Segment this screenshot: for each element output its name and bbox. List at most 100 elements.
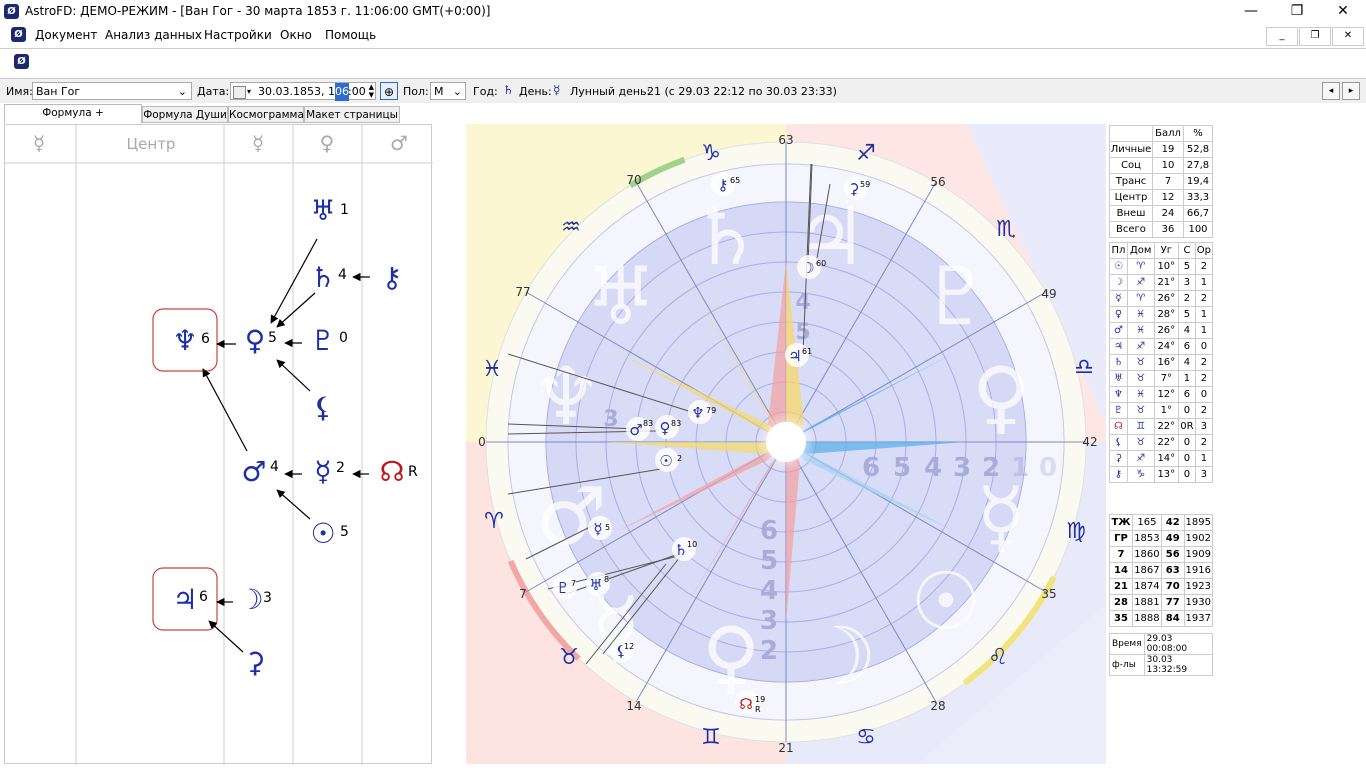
venus-icon: ♀ <box>245 324 266 357</box>
planets-row: ♇ ♉ 1° 0 2 <box>1109 402 1214 419</box>
date-field[interactable]: ▾ 30.03.1853, 11: 06 :00 ▲ ▼ <box>230 82 376 101</box>
column-dividers <box>5 125 433 765</box>
svg-text:♂: ♂ <box>629 421 642 439</box>
svg-text:59: 59 <box>860 180 870 189</box>
degree-28: 28 <box>930 699 945 713</box>
scores-row: Всего 36 100 <box>1109 221 1213 238</box>
svg-text:19: 19 <box>755 695 765 704</box>
background-uranus-glyph: ♅ <box>585 250 657 343</box>
menu-window[interactable]: Окно <box>280 28 312 42</box>
mars-value: 4 <box>270 459 279 475</box>
svg-text:⚳: ⚳ <box>849 180 860 198</box>
planets-row: ♆ ♓ 12° 6 0 <box>1109 386 1214 403</box>
planets-row: ☽ ♐ 21° 3 1 <box>1109 274 1214 291</box>
date-label: Дата: <box>197 85 230 98</box>
close-button[interactable]: ✕ <box>1320 0 1366 24</box>
sun-icon: ☉ <box>310 517 335 550</box>
chart-planet-lilith[interactable]: ⚸12 <box>610 638 634 662</box>
leo-icon: ♌ <box>988 645 1008 670</box>
tab-cosmogram[interactable]: Космограмма <box>228 106 304 123</box>
uranus-icon: ♅ <box>310 194 335 227</box>
chevron-down-icon: ⌄ <box>177 85 187 98</box>
virgo-icon: ♍ <box>1066 519 1086 544</box>
scroll-left-button[interactable]: ◂ <box>1322 82 1340 100</box>
document-icon[interactable]: Ø <box>11 27 26 42</box>
cosmogram-panel: ♄ ♃ ♅ ♇ ♆ ♀ ♂ ☿ ☿ ☉ ♀ ☽ 6 5 4 3 2 1 0 6 … <box>466 124 1106 764</box>
menu-settings[interactable]: Настройки <box>204 28 272 42</box>
svg-text:12: 12 <box>624 642 634 651</box>
planets-row: ♄ ♉ 16° 4 2 <box>1109 354 1214 371</box>
mercury-value: 2 <box>336 460 345 476</box>
sun-value: 5 <box>340 524 349 540</box>
saturn-icon: ♄ <box>310 261 335 294</box>
spinner-icon[interactable]: ▲ ▼ <box>369 83 374 99</box>
pluto-icon: ♇ <box>310 324 335 357</box>
uranus-value: 1 <box>340 202 349 218</box>
scale-right-6: 6 <box>862 453 880 483</box>
tab-page-layout[interactable]: Макет страницы <box>304 106 400 123</box>
svg-text:8: 8 <box>604 575 609 584</box>
lunar-label: Лунный день: <box>570 85 651 98</box>
degree-14: 14 <box>626 699 641 713</box>
menu-help[interactable]: Помощь <box>325 28 376 42</box>
name-label: Имя: <box>6 85 33 98</box>
view-tabs: Формула + Космограмма Формула Души Космо… <box>0 104 460 136</box>
mdi-minimize-button[interactable]: _ <box>1266 27 1298 46</box>
degree-49: 49 <box>1041 287 1056 301</box>
formula-arrows <box>202 238 370 653</box>
name-select[interactable]: Ван Гог ⌄ <box>32 82 192 100</box>
degree-56: 56 <box>930 175 945 189</box>
tab-soul-formula[interactable]: Формула Души <box>142 106 228 123</box>
scale-right-4: 4 <box>924 453 942 483</box>
scroll-right-button[interactable]: ▸ <box>1342 82 1360 100</box>
pluto-value: 0 <box>339 330 348 346</box>
menu-data-analysis[interactable]: Анализ данных <box>105 28 202 42</box>
degree-35: 35 <box>1041 587 1056 601</box>
svg-text:♇: ♇ <box>556 579 569 597</box>
globe-icon[interactable]: ⊕ <box>380 82 398 100</box>
mercury-icon: ☿ <box>314 455 331 488</box>
chart-planet-pluto[interactable]: ♇ 7 <box>553 575 577 599</box>
tab-formula-cosmogram[interactable]: Формула + Космограмма <box>4 104 142 136</box>
maximize-button[interactable]: ❐ <box>1274 0 1320 24</box>
date-seconds: :00 <box>348 85 366 98</box>
minimize-button[interactable]: — <box>1228 0 1274 24</box>
svg-text:61: 61 <box>802 347 812 356</box>
chart-planet-mercury[interactable]: ☿ 5 <box>588 516 612 540</box>
planets-row: ☿ ♈ 26° 2 2 <box>1109 290 1214 307</box>
chart-planet-uranus[interactable]: ♅ 8 <box>586 572 610 596</box>
svg-text:♀: ♀ <box>660 419 671 437</box>
svg-text:☉: ☉ <box>659 452 672 470</box>
mdi-restore-button[interactable]: ❐ <box>1299 27 1331 46</box>
column-header-venus: ♀ <box>320 131 335 155</box>
scores-row: Центр 12 33,3 <box>1109 189 1213 206</box>
chevron-down-icon: ⌄ <box>452 85 462 98</box>
degree-0: 0 <box>478 435 486 449</box>
calendar-icon[interactable] <box>233 86 246 99</box>
column-headers: ☿ Центр ☿ ♀ ♂ <box>33 131 408 155</box>
column-header-center: Центр <box>127 135 176 153</box>
scale-bottom-4: 4 <box>760 576 778 606</box>
gemini-icon: ♊ <box>701 725 721 750</box>
svg-text:♅: ♅ <box>589 576 602 594</box>
background-venus-glyph: ♀ <box>972 350 1031 443</box>
svg-text:☿: ☿ <box>593 520 602 538</box>
astro-tool-icon[interactable]: Ø <box>14 54 29 69</box>
formula-diagram: ☿ Центр ☿ ♀ ♂ ♅ 1 ♄ 4 ⚷ ♆ 6 ♀ 5 ♇ 0 ⚸ ♂ … <box>5 125 433 765</box>
years-row: ТЖ 165 42 1895 <box>1109 514 1214 531</box>
planets-table: Пл Дом Уг С Ор ☉ ♈ 10° 5 2 ☽ ♐ 21° 3 1 ☿ ♈ 26° 2 2 ♀… <box>1109 242 1214 483</box>
svg-text:♄: ♄ <box>674 541 687 559</box>
venus-value: 5 <box>268 330 277 346</box>
years-row: 14 1867 63 1916 <box>1109 562 1214 579</box>
gender-select[interactable]: М ⌄ <box>430 82 466 100</box>
menu-bar: Ø Документ Анализ данных Настройки Окно … <box>0 24 1366 46</box>
neptune-value: 6 <box>201 331 210 347</box>
menu-document[interactable]: Документ <box>35 28 97 42</box>
svg-text:♆: ♆ <box>691 404 704 422</box>
mdi-close-button[interactable]: ✕ <box>1332 27 1364 46</box>
lilith-icon: ⚸ <box>313 391 334 424</box>
svg-text:♃: ♃ <box>788 347 801 365</box>
planets-row: ⚷ ♑ 13° 0 3 <box>1109 466 1214 483</box>
aries-icon: ♈ <box>484 509 504 534</box>
scores-row: Транс 7 19,4 <box>1109 173 1213 190</box>
